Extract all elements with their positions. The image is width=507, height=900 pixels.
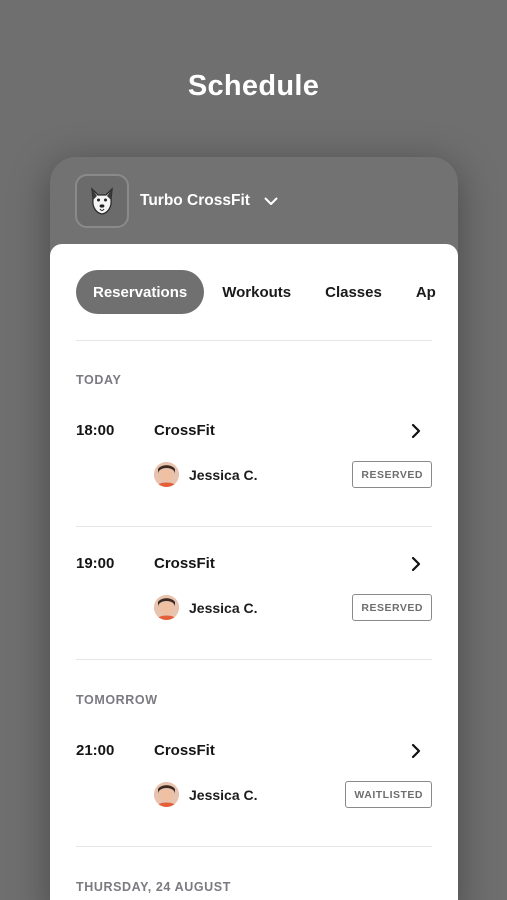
avatar	[154, 462, 179, 487]
divider	[76, 340, 432, 341]
chevron-right-icon[interactable]	[411, 743, 421, 764]
class-name: CrossFit	[154, 555, 215, 572]
tab-reservations[interactable]: Reservations	[76, 270, 205, 314]
section-label-today: TODAY	[76, 373, 122, 387]
chevron-right-icon[interactable]	[411, 556, 421, 577]
status-badge: RESERVED	[352, 461, 432, 488]
status-badge: WAITLISTED	[345, 781, 432, 808]
avatar	[154, 595, 179, 620]
phone-screen: Turbo CrossFit Reservations Workouts Cla…	[50, 157, 458, 900]
dog-logo-icon	[75, 174, 129, 228]
class-name: CrossFit	[154, 742, 215, 759]
class-name: CrossFit	[154, 422, 215, 439]
tab-classes[interactable]: Classes	[308, 270, 399, 314]
reservation-item[interactable]: 21:00 CrossFit Jessica C. WAITLISTED	[50, 742, 458, 862]
avatar	[154, 782, 179, 807]
coach-name: Jessica C.	[189, 786, 258, 803]
status-badge: RESERVED	[352, 594, 432, 621]
coach: Jessica C.	[154, 462, 258, 487]
divider	[76, 659, 432, 660]
coach: Jessica C.	[154, 782, 258, 807]
coach-name: Jessica C.	[189, 599, 258, 616]
reservation-time: 21:00	[76, 742, 115, 759]
divider	[76, 846, 432, 847]
tab-workouts[interactable]: Workouts	[205, 270, 308, 314]
tab-bar: Reservations Workouts Classes Ap	[76, 270, 458, 314]
chevron-right-icon[interactable]	[411, 423, 421, 444]
chevron-down-icon[interactable]	[264, 197, 278, 206]
reservation-time: 19:00	[76, 555, 115, 572]
reservation-item[interactable]: 18:00 CrossFit Jessica C. RESERVED	[50, 422, 458, 542]
section-label-tomorrow: TOMORROW	[76, 693, 158, 707]
gym-selector[interactable]: Turbo CrossFit	[75, 174, 278, 228]
tab-appointments[interactable]: Ap	[399, 270, 453, 314]
divider	[76, 526, 432, 527]
coach: Jessica C.	[154, 595, 258, 620]
page-title: Schedule	[187, 70, 320, 102]
gym-name: Turbo CrossFit	[140, 192, 250, 209]
coach-name: Jessica C.	[189, 466, 258, 483]
reservation-item[interactable]: 19:00 CrossFit Jessica C. RESERVED	[50, 555, 458, 675]
section-label-thursday: THURSDAY, 24 AUGUST	[76, 880, 231, 894]
reservation-time: 18:00	[76, 422, 115, 439]
schedule-card: Reservations Workouts Classes Ap TODAY 1…	[50, 244, 458, 900]
